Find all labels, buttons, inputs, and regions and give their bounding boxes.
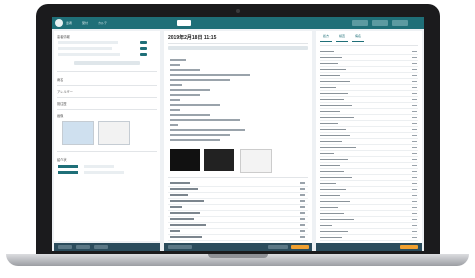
soap-text-line: [170, 119, 240, 121]
divider: [168, 43, 308, 44]
info-tag: [140, 47, 147, 50]
visit-date: 2019年2月18日 11:15: [168, 35, 217, 41]
soap-text-line: [170, 109, 180, 111]
section-history: 既往歴: [57, 102, 67, 106]
camera-icon: [236, 9, 240, 13]
referral-tag: [58, 171, 78, 174]
divider: [57, 151, 157, 152]
menu-button-2[interactable]: [372, 20, 388, 26]
soap-text-line: [170, 114, 210, 116]
order-row[interactable]: [168, 235, 308, 241]
section-patient-info: 患者情報: [57, 35, 70, 39]
info-row: [58, 47, 112, 50]
soap-text-line: [170, 134, 230, 136]
confirm-button[interactable]: [400, 245, 418, 249]
divider: [57, 97, 157, 98]
left-footer-bar: [54, 243, 160, 251]
divider: [57, 109, 157, 110]
divider: [320, 45, 418, 46]
save-button[interactable]: [291, 245, 309, 249]
xray-image[interactable]: [170, 149, 200, 171]
soap-text-line: [170, 84, 182, 86]
footer-button-preview[interactable]: [268, 245, 288, 249]
divider: [168, 177, 308, 178]
tab-prescription[interactable]: 処方: [320, 34, 332, 42]
soap-text-line: [170, 124, 178, 126]
document-thumbnail[interactable]: [98, 121, 130, 145]
karte-tools[interactable]: [168, 46, 308, 50]
info-row: [58, 53, 120, 56]
footer-button-2[interactable]: [76, 245, 90, 249]
patient-info-panel: 患者情報 病名 アレルギー 既往歴 画像 紹介状: [54, 31, 160, 241]
soap-text-line: [170, 129, 245, 131]
soap-text-line: [170, 139, 220, 141]
soap-text-line: [170, 79, 230, 81]
document-image[interactable]: [240, 149, 272, 173]
section-allergy: アレルギー: [57, 90, 73, 94]
karte-panel: 2019年2月18日 11:15: [164, 31, 312, 243]
referral-tag: [58, 165, 78, 168]
nav-patient[interactable]: 患者: [66, 21, 72, 25]
info-tag: [140, 53, 147, 56]
info-row: [58, 41, 118, 44]
set-list-panel: 処方 検査 病名: [316, 31, 422, 243]
referral-row: [84, 171, 124, 174]
right-footer-bar: [316, 243, 422, 251]
soap-text-line: [170, 99, 180, 101]
referral-row: [84, 165, 114, 168]
menu-button-3[interactable]: [392, 20, 408, 26]
app-logo-icon: [55, 19, 63, 27]
soap-text-line: [170, 94, 200, 96]
footer-button-save-draft[interactable]: [168, 245, 192, 249]
divider: [57, 85, 157, 86]
soap-text-line: [170, 69, 200, 71]
tab-exam[interactable]: 検査: [336, 34, 348, 42]
footer-button-1[interactable]: [58, 245, 72, 249]
section-referral: 紹介状: [57, 158, 67, 162]
section-images: 画像: [57, 114, 64, 118]
expand-button[interactable]: [74, 61, 140, 65]
nav-karte[interactable]: カルテ: [98, 21, 107, 25]
list-item[interactable]: [320, 235, 418, 241]
section-disease: 病名: [57, 78, 64, 82]
xray-image[interactable]: [204, 149, 234, 171]
divider: [57, 71, 157, 72]
soap-text-line: [170, 64, 180, 66]
soap-text-line: [170, 104, 220, 106]
info-tag: [140, 41, 147, 44]
tab-disease[interactable]: 病名: [352, 34, 364, 42]
app-screen: 患者 受付 カルテ 患者情報 病名 アレルギー 既往歴 画像 紹介状 2019年…: [52, 17, 424, 251]
image-thumbnail[interactable]: [62, 121, 94, 145]
tab-bar: 処方 検査 病名: [320, 34, 418, 42]
soap-text-line: [170, 59, 186, 61]
nav-reception[interactable]: 受付: [82, 21, 88, 25]
soap-text-line: [170, 74, 250, 76]
laptop-notch: [208, 254, 268, 258]
top-bar: 患者 受付 カルテ: [52, 17, 424, 29]
middle-footer-bar: [164, 243, 312, 251]
footer-button-3[interactable]: [94, 245, 108, 249]
search-input[interactable]: [177, 20, 191, 26]
soap-text-line: [170, 89, 210, 91]
menu-button-1[interactable]: [352, 20, 368, 26]
